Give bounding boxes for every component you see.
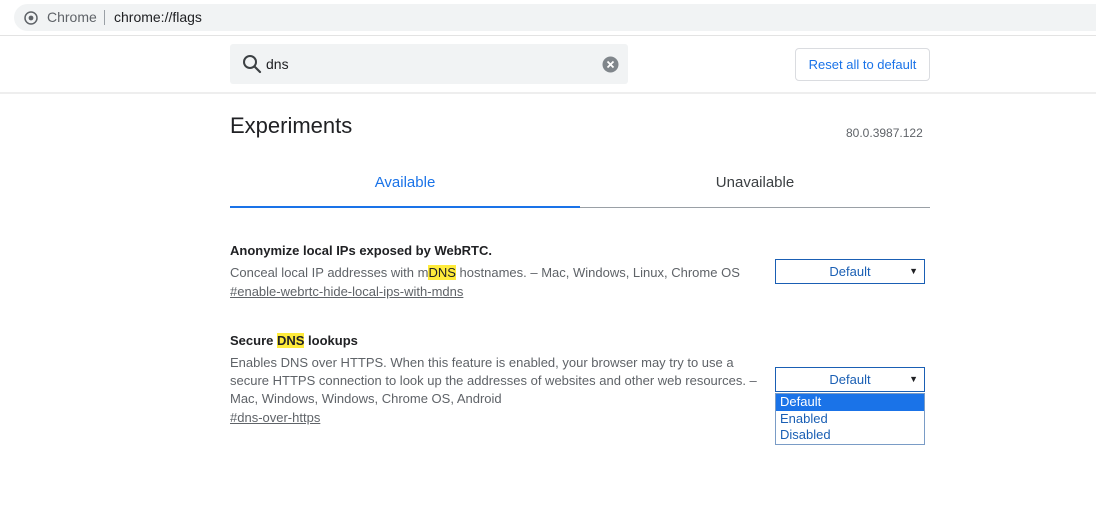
tab-unavailable[interactable]: Unavailable (580, 165, 930, 207)
dropdown-option-enabled[interactable]: Enabled (776, 411, 924, 428)
omnibox-url[interactable]: chrome://flags (114, 9, 202, 25)
browser-toolbar: Chrome chrome://flags (0, 0, 1096, 36)
experiment-title: Anonymize local IPs exposed by WebRTC. (230, 243, 492, 258)
title-text: Secure (230, 333, 277, 348)
clear-search-icon[interactable] (602, 56, 619, 73)
search-box[interactable] (230, 44, 628, 84)
experiment-dns-over-https: Secure DNS lookups Enables DNS over HTTP… (230, 333, 770, 427)
dropdown-option-default[interactable]: Default (776, 394, 924, 411)
description-text: hostnames. – Mac, Windows, Linux, Chrome… (455, 265, 740, 280)
select-value: Default (829, 372, 871, 387)
experiment-select-dns-over-https[interactable]: Default ▼ (775, 367, 925, 392)
select-value: Default (829, 264, 871, 279)
dropdown-arrow-icon: ▼ (909, 266, 918, 276)
search-highlight: DNS (276, 333, 305, 348)
experiment-title: Secure DNS lookups (230, 333, 770, 351)
tab-bar: Available Unavailable (230, 165, 930, 208)
description-line: Mac, Windows, Windows, Chrome OS, Androi… (230, 391, 502, 406)
experiment-description: Conceal local IP addresses with mDNS hos… (230, 264, 770, 282)
experiment-select-webrtc-mdns[interactable]: Default ▼ (775, 259, 925, 284)
address-bar[interactable]: Chrome chrome://flags (14, 4, 1096, 31)
flags-header: Reset all to default (0, 36, 1096, 94)
experiment-description: Enables DNS over HTTPS. When this featur… (230, 354, 770, 408)
dropdown-option-disabled[interactable]: Disabled (776, 427, 924, 444)
experiment-webrtc-mdns: Anonymize local IPs exposed by WebRTC. C… (230, 243, 770, 301)
dropdown-arrow-icon: ▼ (909, 374, 918, 384)
version-label: 80.0.3987.122 (846, 126, 923, 140)
reset-all-button[interactable]: Reset all to default (795, 48, 930, 81)
experiment-link[interactable]: #dns-over-https (230, 410, 320, 425)
tab-available[interactable]: Available (230, 165, 580, 208)
dropdown-options-list: Default Enabled Disabled (775, 393, 925, 445)
search-icon (243, 55, 262, 74)
experiment-link[interactable]: #enable-webrtc-hide-local-ips-with-mdns (230, 284, 463, 299)
search-highlight: DNS (428, 265, 456, 280)
page-title: Experiments (230, 113, 353, 138)
description-line: Enables DNS over HTTPS. When this featur… (230, 355, 734, 370)
title-text: lookups (304, 333, 358, 348)
search-input[interactable] (266, 53, 586, 75)
omnibox-divider (104, 10, 105, 25)
description-line: secure HTTPS connection to look up the a… (230, 373, 757, 388)
chrome-icon (24, 11, 38, 25)
description-text: Conceal local IP addresses with m (230, 265, 429, 280)
omnibox-scheme-label: Chrome (47, 9, 97, 25)
